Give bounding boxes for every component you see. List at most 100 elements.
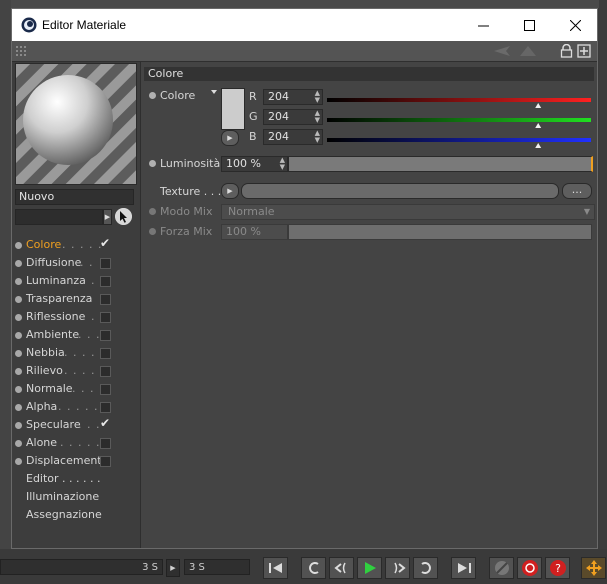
- minimize-button[interactable]: [460, 9, 506, 41]
- play-button[interactable]: [357, 557, 382, 579]
- frame-field[interactable]: 3 S: [184, 559, 250, 575]
- texture-expand-button[interactable]: ▶: [221, 183, 239, 199]
- next-key-button[interactable]: [413, 557, 438, 579]
- channel-dot[interactable]: [15, 296, 22, 303]
- channel-checkbox[interactable]: [100, 294, 111, 305]
- channel-item-normale[interactable]: Normale . . . .: [12, 381, 140, 399]
- help-button[interactable]: ?: [545, 557, 570, 579]
- previous-frame-button[interactable]: [329, 557, 354, 579]
- next-frame-button[interactable]: [385, 557, 410, 579]
- go-to-end-button[interactable]: [451, 557, 476, 579]
- material-preview-image[interactable]: [15, 63, 137, 185]
- channel-checkbox[interactable]: [100, 366, 111, 377]
- channel-checkbox[interactable]: [100, 258, 111, 269]
- autokey-button[interactable]: [489, 557, 514, 579]
- blue-slider-knob[interactable]: [535, 143, 542, 148]
- channel-checkbox[interactable]: [100, 438, 111, 449]
- maximize-button[interactable]: [506, 9, 552, 41]
- mix-strength-slider[interactable]: [288, 224, 592, 240]
- color-anim-dot[interactable]: [149, 92, 156, 99]
- expand-arrow-button[interactable]: ▶: [103, 209, 112, 225]
- channel-checkbox[interactable]: [100, 236, 111, 251]
- channel-dot[interactable]: [15, 260, 22, 267]
- channel-item-trasparenza[interactable]: Trasparenza: [12, 291, 140, 309]
- go-to-start-button[interactable]: [263, 557, 288, 579]
- luminosity-slider[interactable]: [288, 156, 593, 172]
- material-name-field[interactable]: Nuovo: [15, 189, 134, 205]
- mix-strength-value-field[interactable]: 100 %: [221, 224, 288, 240]
- channel-item-nebbia[interactable]: Nebbia . . . . .: [12, 345, 140, 363]
- channel-dot[interactable]: [15, 350, 22, 357]
- channel-dot[interactable]: [15, 368, 22, 375]
- channel-dot[interactable]: [15, 422, 22, 429]
- record-button[interactable]: [517, 557, 542, 579]
- green-slider-knob[interactable]: [535, 123, 542, 128]
- channel-dot[interactable]: [15, 404, 22, 411]
- channel-item-speculare[interactable]: Speculare . . .: [12, 416, 140, 435]
- channel-checkbox[interactable]: [100, 456, 111, 467]
- texture-browse-button[interactable]: ...: [562, 183, 592, 199]
- channel-dot[interactable]: [15, 278, 22, 285]
- mix-mode-select[interactable]: Normale ▼: [221, 204, 595, 220]
- channel-dot[interactable]: [15, 440, 22, 447]
- material-name-input[interactable]: [15, 209, 103, 225]
- channel-item-displacement[interactable]: Displacement: [12, 453, 140, 471]
- channel-checkbox[interactable]: [100, 402, 111, 413]
- channel-dot[interactable]: [15, 386, 22, 393]
- title-bar[interactable]: Editor Materiale: [12, 9, 597, 41]
- channel-dot[interactable]: [15, 332, 22, 339]
- channel-item-alone[interactable]: Alone . . . . .: [12, 435, 140, 453]
- color-swatch[interactable]: [221, 88, 245, 130]
- luminosity-value-field[interactable]: 100 % ▲ ▼: [221, 156, 288, 172]
- luminosity-anim-dot[interactable]: [149, 160, 156, 167]
- green-slider[interactable]: [327, 118, 591, 128]
- close-button[interactable]: [552, 9, 598, 41]
- g-value-field[interactable]: 204 ▲ ▼: [263, 109, 323, 125]
- channel-label: Riflessione: [26, 310, 86, 323]
- sidebar-item-assegnazione[interactable]: Assegnazione: [26, 508, 102, 521]
- spinner-icon[interactable]: ▲ ▼: [315, 110, 320, 124]
- channel-checkbox[interactable]: [100, 416, 111, 431]
- channel-item-riflessione[interactable]: Riflessione . .: [12, 309, 140, 327]
- mix-strength-anim-dot[interactable]: [149, 228, 156, 235]
- channel-item-alpha[interactable]: Alpha . . . . . .: [12, 399, 140, 417]
- channel-dot[interactable]: [15, 458, 22, 465]
- channel-dot[interactable]: [15, 242, 22, 249]
- channel-item-luminanza[interactable]: Luminanza . .: [12, 273, 140, 291]
- history-arrows-icon[interactable]: [492, 44, 552, 58]
- move-tool-button[interactable]: [581, 557, 606, 579]
- sidebar-item-editor[interactable]: Editor . . . . . .: [26, 472, 101, 485]
- color-dropdown-arrow-icon[interactable]: [211, 90, 217, 94]
- new-window-icon[interactable]: [577, 44, 591, 58]
- channel-dot[interactable]: [15, 314, 22, 321]
- channel-leader: . . .: [78, 418, 101, 431]
- timeline-range-field[interactable]: 3 S: [0, 559, 163, 575]
- channel-item-rilievo[interactable]: Rilievo . . . . .: [12, 363, 140, 381]
- spinner-icon[interactable]: ▲ ▼: [315, 90, 320, 104]
- channel-checkbox[interactable]: [100, 384, 111, 395]
- previous-key-button[interactable]: [301, 557, 326, 579]
- timeline-arrow-button[interactable]: ▶: [166, 559, 180, 577]
- r-value-field[interactable]: 204 ▲ ▼: [263, 89, 323, 105]
- sidebar-item-illuminazione[interactable]: Illuminazione: [26, 490, 99, 503]
- blue-slider[interactable]: [327, 138, 591, 148]
- texture-path-field[interactable]: [241, 183, 559, 199]
- channel-item-ambiente[interactable]: Ambiente . . .: [12, 327, 140, 345]
- lock-icon[interactable]: [560, 44, 573, 58]
- spinner-icon[interactable]: ▲ ▼: [315, 130, 320, 144]
- red-slider[interactable]: [327, 98, 591, 108]
- b-value-field[interactable]: 204 ▲ ▼: [263, 129, 323, 145]
- channel-item-diffusione[interactable]: Diffusione . .: [12, 255, 140, 273]
- channel-leader: . . .: [78, 328, 101, 341]
- channel-item-colore[interactable]: Colore . . . . .: [12, 236, 140, 255]
- channel-checkbox[interactable]: [100, 312, 111, 323]
- red-slider-knob[interactable]: [535, 103, 542, 108]
- channel-checkbox[interactable]: [100, 330, 111, 341]
- channel-checkbox[interactable]: [100, 276, 111, 287]
- pick-cursor-icon[interactable]: [115, 208, 132, 225]
- color-expand-button[interactable]: ▶: [221, 130, 239, 146]
- channel-checkbox[interactable]: [100, 348, 111, 359]
- mix-mode-anim-dot[interactable]: [149, 208, 156, 215]
- spinner-icon[interactable]: ▲ ▼: [280, 157, 285, 171]
- grip-icon[interactable]: [16, 45, 28, 57]
